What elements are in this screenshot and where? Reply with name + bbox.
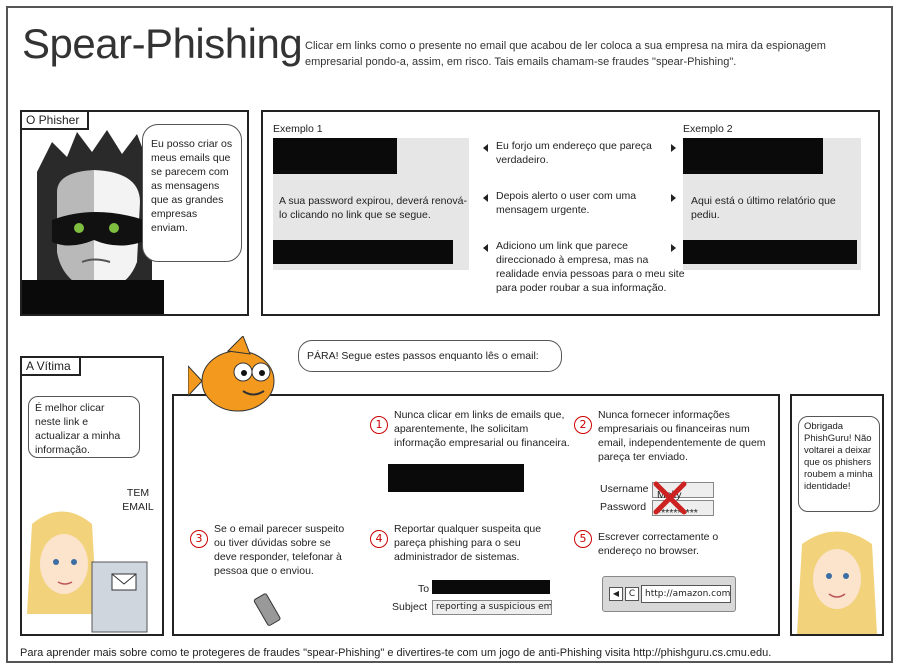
fish-speech-bubble: PÁRA! Segue estes passos enquanto lês o … <box>298 340 562 372</box>
tip-1-text: Nunca clicar em links de emails que, apa… <box>394 409 570 449</box>
redacted-block <box>683 240 857 264</box>
tip-number: 4 <box>370 530 388 548</box>
redacted-block <box>273 138 397 174</box>
step-1: Eu forjo um endereço que pareça verdadei… <box>496 140 652 166</box>
step-2: Depois alerto o user com uma mensagem ur… <box>496 190 637 216</box>
tip-number: 3 <box>190 530 208 548</box>
example2-label: Exemplo 2 <box>683 123 733 135</box>
browser-bar: ◀ C http://amazon.com <box>602 576 736 612</box>
username-label: Username <box>600 483 649 495</box>
redacted-block <box>388 464 524 492</box>
example1-label: Exemplo 1 <box>273 123 323 135</box>
intro-text: Clicar em links como o presente no email… <box>305 40 826 68</box>
redacted-block <box>432 580 550 594</box>
thanks-panel: Obrigada PhishGuru! Não voltarei a deixa… <box>790 394 884 636</box>
tips-panel: 1 Nunca clicar em links de emails que, a… <box>172 336 780 636</box>
cross-icon <box>653 481 687 515</box>
tip-number: 5 <box>574 530 592 548</box>
tip-5-text: Escrever correctamente o endereço no bro… <box>598 531 719 557</box>
reload-icon: C <box>625 587 639 601</box>
phisher-panel: O Phisher Eu posso criar os meus emails … <box>20 110 249 316</box>
victim-tag: A Vítima <box>22 358 81 376</box>
page-title: Spear-Phishing <box>22 20 303 67</box>
subject-value: reporting a suspicious email <box>436 602 552 612</box>
step-3: Adiciono um link que parece direccionado… <box>496 240 685 294</box>
victim-illustration <box>27 511 148 633</box>
arrow-left-icon <box>483 244 488 252</box>
victim-happy-illustration <box>797 531 877 634</box>
victim-panel: A Vítima É melhor clicar neste link e ac… <box>20 356 164 636</box>
back-icon: ◀ <box>609 587 623 601</box>
footer-text: Para aprender mais sobre como te protege… <box>20 647 772 659</box>
redacted-block <box>22 280 164 314</box>
example1-text: A sua password expirou, deverá renová-lo… <box>279 195 467 221</box>
redacted-block <box>683 138 823 174</box>
arrow-left-icon <box>483 194 488 202</box>
tip-4-text: Reportar qualquer suspeita que pareça ph… <box>394 523 542 563</box>
url-value: http://amazon.com <box>645 589 731 599</box>
password-label: Password <box>600 501 647 513</box>
url-field: http://amazon.com <box>641 585 731 603</box>
thanks-speech-bubble: Obrigada PhishGuru! Não voltarei a deixa… <box>798 416 880 512</box>
tip-number: 1 <box>370 416 388 434</box>
phone-icon <box>253 593 281 626</box>
arrow-right-icon <box>671 194 676 202</box>
tip-2-text: Nunca fornecer informações empresariais … <box>598 409 766 463</box>
redacted-block <box>273 240 453 264</box>
tip-number: 2 <box>574 416 592 434</box>
example2-text: Aqui está o último relatório que pediu. <box>691 195 836 221</box>
to-label: To <box>418 583 430 595</box>
victim-speech-bubble: É melhor clicar neste link e actualizar … <box>28 396 140 458</box>
arrow-left-icon <box>483 144 488 152</box>
fish-illustration <box>188 336 275 412</box>
arrow-right-icon <box>671 244 676 252</box>
arrow-right-icon <box>671 144 676 152</box>
examples-panel: Exemplo 1 A sua password expirou, deverá… <box>261 110 880 316</box>
tip-3-text: Se o email parecer suspeito ou tiver dúv… <box>214 523 345 577</box>
subject-field: reporting a suspicious email <box>432 600 552 615</box>
phisher-speech-bubble: Eu posso criar os meus emails que se par… <box>142 124 242 262</box>
subject-label: Subject <box>392 601 428 613</box>
